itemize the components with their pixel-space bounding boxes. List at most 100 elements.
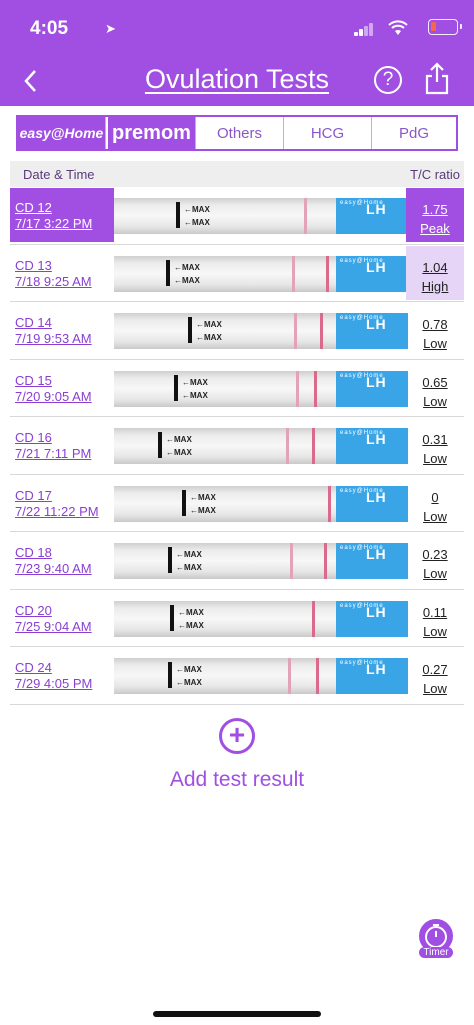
tc-ratio[interactable]: 0.78 Low [406,303,464,357]
date-time: 7/17 3:22 PM [15,216,93,231]
strip-control-line [328,485,331,522]
location-icon: ➤ [105,21,116,36]
strip-test-line [294,313,297,349]
tab-premom[interactable]: premom [106,117,196,149]
row-date[interactable]: CD 24 7/29 4:05 PM [10,648,114,702]
test-strip-image: ←MAX ←MAX easy@Home LH [114,543,408,579]
table-row[interactable]: CD 13 7/18 9:25 AM ←MAX ←MAX easy@Home LH 1.… [10,245,464,302]
strip-max-label-bottom: ←MAX [190,505,216,515]
add-icon[interactable]: + [219,718,255,754]
strip-brand: easy@Home [340,602,384,609]
header-date: Date & Time [23,167,95,182]
strip-max-bar [174,374,178,401]
tc-ratio[interactable]: 0.27 Low [406,648,464,702]
strip-control-line [324,543,327,579]
strip-max-label-bottom: ←MAX [184,218,210,227]
strip-max-label-top: ←MAX [190,492,216,502]
brand-tabs: easy@Home premom Others HCG PdG [16,115,458,151]
header-ratio: T/C ratio [410,167,460,182]
test-strip-image: ←MAX ←MAX easy@Home LH [114,198,408,234]
strip-brand: easy@Home [340,315,384,321]
table-row[interactable]: CD 18 7/23 9:40 AM ←MAX ←MAX easy@Home LH 0.… [10,532,464,590]
timer-label[interactable]: Timer [419,947,453,958]
table-row[interactable]: CD 16 7/21 7:11 PM ←MAX ←MAX easy@Home LH 0.… [10,417,464,475]
strip-test-line [286,428,289,464]
strip-lh-pad: easy@Home LH [336,370,408,407]
share-icon[interactable] [424,62,450,96]
row-date[interactable]: CD 17 7/22 11:22 PM [10,476,114,530]
cycle-day: CD 24 [15,660,52,675]
ratio-level: Low [423,451,447,466]
strip-control-line [320,313,323,349]
help-button[interactable]: ? [374,66,402,94]
ratio-value: 0.23 [422,547,448,562]
signal-icon [354,22,374,36]
strip-lh-pad: easy@Home LH [336,255,408,292]
cycle-day: CD 14 [15,315,52,330]
cycle-day: CD 15 [15,372,52,388]
row-date[interactable]: CD 18 7/23 9:40 AM [10,533,114,587]
tc-ratio[interactable]: 0.11 Low [406,591,464,645]
cycle-day: CD 12 [15,200,52,215]
strip-max-label-top: ←MAX [182,377,208,387]
row-date[interactable]: CD 16 7/21 7:11 PM [10,418,114,472]
tc-ratio[interactable]: 0 Low [406,476,464,530]
strip-lh-pad: easy@Home LH [336,543,408,579]
row-date[interactable]: CD 20 7/25 9:04 AM [10,591,114,645]
test-strip-image: ←MAX ←MAX easy@Home LH [114,370,408,407]
strip-max-label-top: ←MAX [184,205,210,214]
add-test-result[interactable]: + Add test result [0,718,474,792]
strip-control-line [314,370,317,407]
ratio-level: Low [423,681,447,696]
ratio-value: 0.31 [422,432,448,447]
ratio-level: Low [423,393,447,409]
table-row[interactable]: CD 24 7/29 4:05 PM ←MAX ←MAX easy@Home LH 0.… [10,647,464,705]
table-row[interactable]: CD 12 7/17 3:22 PM ←MAX ←MAX easy@Home LH 1.… [10,187,464,245]
test-strip-image: ←MAX ←MAX easy@Home LH [114,428,408,464]
tab-easy-home[interactable]: easy@Home [18,117,106,149]
date-time: 7/20 9:05 AM [15,388,92,404]
test-strip-image: ←MAX ←MAX easy@Home LH [114,485,408,522]
strip-brand: easy@Home [340,200,384,206]
add-test-result-label[interactable]: Add test result [0,768,474,792]
ratio-value: 0.65 [422,374,448,390]
tc-ratio[interactable]: 1.75 Peak [406,188,464,242]
strip-max-bar [182,489,186,516]
strip-max-label-top: ←MAX [174,262,200,272]
strip-test-line [288,658,291,694]
table-row[interactable]: CD 17 7/22 11:22 PM ←MAX ←MAX easy@Home LH 0… [10,475,464,532]
row-date[interactable]: CD 12 7/17 3:22 PM [10,188,114,242]
strip-control-line [326,255,329,292]
table-header: Date & Time T/C ratio [10,161,464,187]
row-date[interactable]: CD 15 7/20 9:05 AM [10,361,114,415]
table-row[interactable]: CD 14 7/19 9:53 AM ←MAX ←MAX easy@Home LH 0.… [10,302,464,360]
strip-max-bar [166,259,170,286]
strip-lh-pad: easy@Home LH [336,428,408,464]
tc-ratio[interactable]: 0.31 Low [406,418,464,472]
strip-control-line [312,428,315,464]
tc-ratio[interactable]: 1.04 High [406,245,464,300]
tc-ratio[interactable]: 0.65 Low [406,361,464,415]
date-time: 7/23 9:40 AM [15,561,92,576]
row-date[interactable]: CD 13 7/18 9:25 AM [10,246,114,300]
date-time: 7/18 9:25 AM [15,273,92,289]
strip-brand: easy@Home [340,372,384,379]
strip-max-label-bottom: ←MAX [176,678,202,687]
date-time: 7/25 9:04 AM [15,618,92,634]
wifi-icon [388,20,408,35]
ratio-level: High [421,278,449,294]
cycle-day: CD 18 [15,545,52,560]
strip-test-line [292,255,295,292]
tab-hcg[interactable]: HCG [284,117,372,149]
table-row[interactable]: CD 15 7/20 9:05 AM ←MAX ←MAX easy@Home LH 0.… [10,360,464,417]
strip-control-line [316,658,319,694]
ratio-value: 1.04 [422,259,448,275]
row-date[interactable]: CD 14 7/19 9:53 AM [10,303,114,357]
table-row[interactable]: CD 20 7/25 9:04 AM ←MAX ←MAX easy@Home LH 0.… [10,590,464,647]
ratio-value: 0.27 [422,662,448,677]
tab-others[interactable]: Others [196,117,284,149]
strip-brand: easy@Home [340,257,384,264]
tab-pdg[interactable]: PdG [372,117,456,149]
date-time: 7/19 9:53 AM [15,331,92,346]
tc-ratio[interactable]: 0.23 Low [406,533,464,587]
